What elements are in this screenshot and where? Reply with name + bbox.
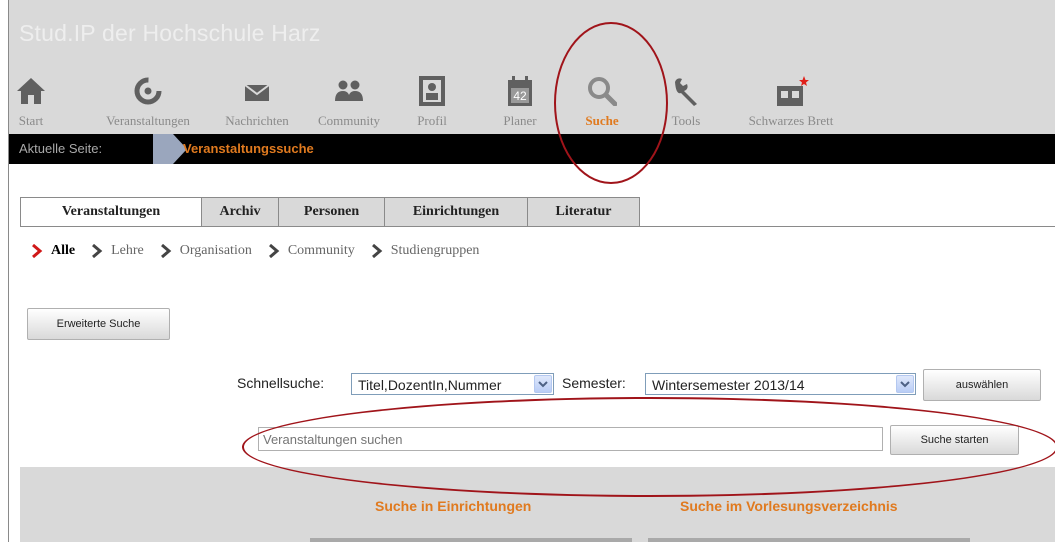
quick-search-label: Schnellsuche:	[237, 375, 325, 391]
course-catalog-search-image[interactable]	[648, 538, 970, 542]
nav-item-veranstaltungen[interactable]: Veranstaltungen	[88, 66, 208, 132]
chevron-right-icon	[371, 244, 383, 258]
dropdown-arrow-icon	[896, 375, 914, 393]
calendar-day: 42	[513, 89, 527, 103]
nav-item-schwarzes-brett[interactable]: Schwarzes Brett	[731, 66, 851, 132]
tab-personen[interactable]: Personen	[278, 197, 384, 227]
dropdown-arrow-icon	[534, 375, 552, 393]
wrench-icon	[671, 76, 701, 111]
subnav-label: Organisation	[179, 243, 252, 258]
nav-item-start[interactable]: Start	[9, 66, 53, 132]
tab-veranstaltungen[interactable]: Veranstaltungen	[20, 197, 201, 227]
semester-value: Wintersemester 2013/14	[652, 377, 805, 393]
header: Stud.IP der Hochschule Harz Start Verans…	[9, 0, 1055, 134]
annotation-ellipse-search	[242, 397, 1055, 497]
nav-item-nachrichten[interactable]: Nachrichten	[208, 66, 306, 132]
nav-label: Profil	[417, 113, 447, 128]
tab-bar: Veranstaltungen Archiv Personen Einricht…	[20, 197, 640, 227]
nav-label: Tools	[671, 113, 701, 128]
subnav-label: Alle	[51, 243, 76, 258]
nav-item-planer[interactable]: 42 Planer	[491, 66, 549, 132]
tab-divider	[20, 226, 1055, 227]
chevron-right-icon	[160, 244, 172, 258]
site-title: Stud.IP der Hochschule Harz	[19, 20, 321, 46]
nav-item-profil[interactable]: Profil	[412, 66, 452, 132]
subnav-item-community[interactable]: Community	[268, 243, 355, 259]
tab-einrichtungen[interactable]: Einrichtungen	[384, 197, 527, 227]
institutes-search-image[interactable]	[310, 538, 632, 542]
subnav-label: Lehre	[111, 243, 144, 258]
tab-literatur[interactable]: Literatur	[527, 197, 640, 227]
chevron-right-icon	[32, 244, 43, 258]
app-frame: Stud.IP der Hochschule Harz Start Verans…	[8, 0, 1055, 542]
nav-label: Planer	[503, 113, 537, 128]
tab-archiv[interactable]: Archiv	[201, 197, 278, 227]
semester-select[interactable]: Wintersemester 2013/14	[645, 373, 916, 395]
subnav-item-organisation[interactable]: Organisation	[160, 243, 252, 259]
sub-navigation: Alle Lehre Organisation Community Studie…	[31, 240, 495, 262]
annotation-ellipse-nav	[554, 22, 668, 184]
calendar-icon: 42	[506, 76, 534, 113]
courses-icon	[133, 76, 163, 111]
breadcrumb: Aktuelle Seite: Veranstaltungssuche	[9, 134, 1055, 164]
subnav-label: Community	[287, 243, 355, 258]
nav-item-tools[interactable]: Tools	[662, 66, 710, 132]
semester-label: Semester:	[562, 375, 626, 391]
envelope-icon	[242, 76, 272, 111]
board-icon	[773, 76, 809, 113]
subnav-label: Studiengruppen	[390, 243, 480, 258]
advanced-search-button[interactable]: Erweiterte Suche	[27, 308, 170, 340]
subnav-item-alle[interactable]: Alle	[31, 243, 75, 259]
search-field-select[interactable]: Titel,DozentIn,Nummer	[351, 373, 554, 395]
subnav-item-lehre[interactable]: Lehre	[91, 243, 144, 259]
home-icon	[16, 76, 46, 111]
nav-label: Nachrichten	[225, 113, 289, 128]
course-catalog-search-title[interactable]: Suche im Vorlesungsverzeichnis	[680, 498, 898, 514]
search-field-value: Titel,DozentIn,Nummer	[358, 377, 502, 393]
institutes-search-title[interactable]: Suche in Einrichtungen	[375, 498, 531, 514]
breadcrumb-arrow-icon	[153, 134, 187, 164]
breadcrumb-label: Aktuelle Seite:	[19, 141, 103, 156]
people-icon	[333, 76, 365, 111]
subnav-item-studiengruppen[interactable]: Studiengruppen	[371, 243, 480, 259]
breadcrumb-current: Veranstaltungssuche	[183, 141, 314, 156]
nav-label: Veranstaltungen	[106, 113, 190, 128]
nav-label: Community	[317, 113, 381, 128]
nav-label: Start	[18, 113, 44, 128]
nav-item-community[interactable]: Community	[306, 66, 392, 132]
chevron-right-icon	[268, 244, 280, 258]
nav-label: Schwarzes Brett	[748, 113, 834, 128]
select-semester-button[interactable]: auswählen	[923, 369, 1041, 401]
profile-icon	[419, 76, 445, 111]
chevron-right-icon	[92, 244, 103, 258]
